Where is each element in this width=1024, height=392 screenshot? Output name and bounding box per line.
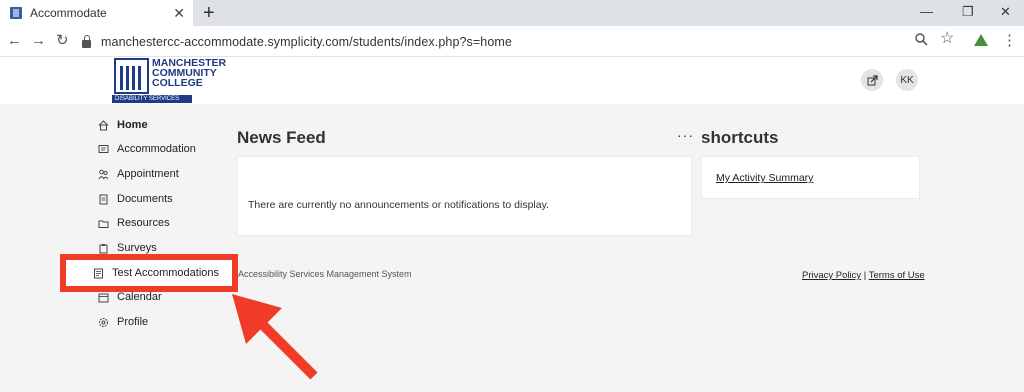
window-close-button[interactable]: ✕ <box>1000 3 1011 21</box>
sidebar-item-resources[interactable]: Resources <box>98 212 170 234</box>
shortcuts-panel: My Activity Summary <box>701 156 920 199</box>
sidebar-item-documents[interactable]: Documents <box>98 188 173 210</box>
footer-separator: | <box>863 270 867 281</box>
sidebar-item-appointment[interactable]: Appointment <box>98 163 179 185</box>
sidebar-item-label: Accommodation <box>117 143 196 155</box>
shortcuts-title: shortcuts <box>701 128 779 147</box>
restore-button[interactable]: ❐ <box>962 3 974 21</box>
news-feed-panel: There are currently no announcements or … <box>237 156 692 236</box>
clipboard-icon <box>98 243 109 254</box>
new-tab-button[interactable]: + <box>203 1 215 25</box>
my-activity-summary-link[interactable]: My Activity Summary <box>716 172 813 184</box>
tab-title: Accommodate <box>30 6 107 20</box>
building-logo-icon <box>114 58 149 94</box>
star-icon[interactable]: ☆ <box>940 30 954 48</box>
home-icon <box>98 119 109 131</box>
minimize-button[interactable]: — <box>920 3 933 21</box>
logo-text: MANCHESTER COMMUNITY COLLEGE <box>152 58 226 89</box>
tab-favicon-icon <box>10 7 22 19</box>
terms-of-use-link[interactable]: Terms of Use <box>869 270 925 281</box>
college-logo[interactable]: MANCHESTER COMMUNITY COLLEGE DISABILITY … <box>112 58 226 103</box>
sidebar-item-label: Profile <box>117 316 149 328</box>
url-text[interactable]: manchestercc-accommodate.symplicity.com/… <box>101 35 512 49</box>
extension-icon[interactable] <box>974 34 988 46</box>
sidebar-item-label: Home <box>117 119 148 131</box>
gear-icon <box>98 317 109 328</box>
document-icon <box>98 194 109 205</box>
sidebar-item-profile[interactable]: Profile <box>98 311 148 333</box>
privacy-policy-link[interactable]: Privacy Policy <box>802 270 861 281</box>
footer-links: Privacy Policy | Terms of Use <box>802 270 925 281</box>
sidebar-item-label: Test Accommodations <box>112 267 219 279</box>
sidebar-item-label: Surveys <box>117 242 157 254</box>
sidebar-item-home[interactable]: Home <box>98 114 148 136</box>
news-feed-empty-message: There are currently no announcements or … <box>248 199 549 211</box>
logo-line-3: COLLEGE <box>152 77 203 89</box>
sidebar-item-label: Calendar <box>117 291 162 303</box>
reload-button[interactable]: ↻ <box>56 32 69 50</box>
address-bar[interactable]: manchestercc-accommodate.symplicity.com/… <box>78 30 963 53</box>
browser-tabstrip: Accommodate ✕ + — ❐ ✕ <box>0 0 1024 26</box>
sidebar-item-accommodation[interactable]: Accommodation <box>98 138 196 160</box>
user-avatar[interactable]: KK <box>896 69 918 91</box>
browser-toolbar: ← → ↻ manchestercc-accommodate.symplicit… <box>0 26 1024 57</box>
folder-icon <box>98 218 109 229</box>
forward-button[interactable]: → <box>31 32 46 50</box>
sidebar-item-label: Appointment <box>117 168 179 180</box>
calendar-icon <box>98 292 109 303</box>
back-button[interactable]: ← <box>7 32 22 50</box>
news-feed-title: News Feed <box>237 128 326 147</box>
logo-subtitle: DISABILITY SERVICES <box>112 95 192 103</box>
external-link-button[interactable] <box>861 69 883 91</box>
sidebar-item-test-accommodations[interactable]: Test Accommodations <box>93 262 219 284</box>
tab-close-icon[interactable]: ✕ <box>173 4 185 22</box>
sidebar-item-label: Resources <box>117 217 170 229</box>
highlight-box: Test Accommodations <box>60 254 238 292</box>
news-feed-more-button[interactable]: ··· <box>677 127 694 143</box>
zoom-icon[interactable] <box>915 32 928 50</box>
external-link-icon <box>867 74 878 85</box>
message-icon <box>98 144 109 155</box>
menu-icon[interactable]: ⋮ <box>1002 32 1017 50</box>
footer-system-name: Accessibility Services Management System <box>238 269 412 279</box>
site-header: MANCHESTER COMMUNITY COLLEGE DISABILITY … <box>0 57 1024 104</box>
browser-tab[interactable]: Accommodate ✕ <box>0 0 193 26</box>
people-icon <box>98 169 109 180</box>
lock-icon <box>82 34 91 48</box>
test-icon <box>93 268 104 279</box>
sidebar-item-label: Documents <box>117 193 173 205</box>
